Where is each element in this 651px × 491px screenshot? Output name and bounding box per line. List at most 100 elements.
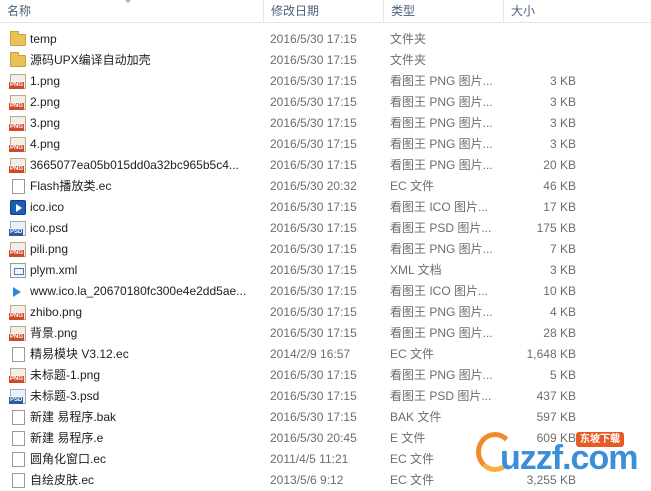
file-date: 2016/5/30 17:15 — [270, 95, 357, 109]
file-row[interactable]: 2.png 2016/5/30 17:15 看图王 PNG 图片... 3 KB — [0, 92, 651, 113]
file-row[interactable]: 3665077ea05b015dd0a32bc965b5c4... 2016/5… — [0, 155, 651, 176]
file-type: 看图王 PNG 图片... — [390, 116, 493, 130]
file-name: zhibo.png — [30, 305, 83, 319]
file-size: 3 KB — [549, 95, 576, 109]
file-type: 看图王 PNG 图片... — [390, 95, 493, 109]
file-date: 2016/5/30 17:15 — [270, 368, 357, 382]
file-name: 源码UPX编译自动加壳 — [30, 53, 151, 67]
file-date: 2014/2/9 16:57 — [270, 347, 351, 361]
file-date: 2016/5/30 17:15 — [270, 137, 357, 151]
column-header-type[interactable]: 类型 — [384, 0, 504, 22]
file-name: 未标题-3.psd — [30, 389, 100, 403]
file-row[interactable]: 3.png 2016/5/30 17:15 看图王 PNG 图片... 3 KB — [0, 113, 651, 134]
file-date: 2016/5/30 17:15 — [270, 221, 357, 235]
file-row[interactable]: Flash播放类.ec 2016/5/30 20:32 EC 文件 46 KB — [0, 176, 651, 197]
file-date: 2013/5/6 9:12 — [270, 473, 344, 487]
file-row[interactable]: temp 2016/5/30 17:15 文件夹 — [0, 29, 651, 50]
column-header-bar: 名称 修改日期 类型 大小 — [0, 0, 651, 23]
file-type: 看图王 PNG 图片... — [390, 326, 493, 340]
file-type: EC 文件 — [390, 179, 435, 193]
file-date: 2016/5/30 17:15 — [270, 53, 357, 67]
file-name: 新建 易程序.e — [30, 431, 104, 445]
file-date: 2016/5/30 20:45 — [270, 431, 357, 445]
file-size: 3 KB — [549, 74, 576, 88]
document-icon — [12, 179, 25, 194]
file-row[interactable]: zhibo.png 2016/5/30 17:15 看图王 PNG 图片... … — [0, 302, 651, 323]
file-size: 3 KB — [549, 116, 576, 130]
file-size: 4 KB — [549, 305, 576, 319]
file-name: 3.png — [30, 116, 61, 130]
file-row[interactable]: 4.png 2016/5/30 17:15 看图王 PNG 图片... 3 KB — [0, 134, 651, 155]
file-name: 未标题-1.png — [30, 368, 101, 382]
psd-file-icon — [9, 389, 26, 404]
png-file-icon — [9, 74, 26, 89]
file-row[interactable]: 精易模块 V3.12.ec 2014/2/9 16:57 EC 文件 1,648… — [0, 344, 651, 365]
file-type: 看图王 ICO 图片... — [390, 200, 489, 214]
file-date: 2016/5/30 17:15 — [270, 305, 357, 319]
file-row[interactable]: 未标题-3.psd 2016/5/30 17:15 看图王 PSD 图片... … — [0, 386, 651, 407]
file-size: 3 KB — [549, 137, 576, 151]
png-file-icon — [9, 137, 26, 152]
file-name: 圆角化窗口.ec — [30, 452, 107, 466]
file-size: 10 KB — [543, 284, 576, 298]
file-type: 看图王 ICO 图片... — [390, 284, 489, 298]
file-name: 1.png — [30, 74, 61, 88]
column-header-date[interactable]: 修改日期 — [264, 0, 384, 22]
png-file-icon — [9, 116, 26, 131]
file-row[interactable]: ico.ico 2016/5/30 17:15 看图王 ICO 图片... 17… — [0, 197, 651, 218]
file-type: 看图王 PSD 图片... — [390, 221, 492, 235]
file-size: 3 KB — [549, 263, 576, 277]
file-type: 看图王 PNG 图片... — [390, 158, 493, 172]
file-name: temp — [30, 32, 57, 46]
file-name: Flash播放类.ec — [30, 179, 112, 193]
file-date: 2016/5/30 17:15 — [270, 242, 357, 256]
file-size: 175 KB — [536, 221, 576, 235]
file-size: 28 KB — [543, 326, 576, 340]
file-name: 4.png — [30, 137, 61, 151]
png-file-icon — [9, 95, 26, 110]
file-size: 17 KB — [543, 200, 576, 214]
folder-icon — [10, 52, 26, 67]
file-row[interactable]: pili.png 2016/5/30 17:15 看图王 PNG 图片... 7… — [0, 239, 651, 260]
file-row[interactable]: www.ico.la_20670180fc300e4e2dd5ae... 201… — [0, 281, 651, 302]
file-type: 看图王 PNG 图片... — [390, 137, 493, 151]
file-date: 2016/5/30 17:15 — [270, 116, 357, 130]
file-date: 2011/4/5 11:21 — [270, 452, 349, 466]
file-type: 文件夹 — [390, 32, 427, 46]
file-row[interactable]: plym.xml 2016/5/30 17:15 XML 文档 3 KB — [0, 260, 651, 281]
document-icon — [12, 410, 25, 425]
folder-icon — [10, 31, 26, 46]
file-row[interactable]: ico.psd 2016/5/30 17:15 看图王 PSD 图片... 17… — [0, 218, 651, 239]
png-file-icon — [9, 368, 26, 383]
ico-file-icon — [10, 284, 26, 299]
file-type: 看图王 PNG 图片... — [390, 368, 493, 382]
file-row[interactable]: 1.png 2016/5/30 17:15 看图王 PNG 图片... 3 KB — [0, 71, 651, 92]
psd-file-icon — [9, 221, 26, 236]
file-name: pili.png — [30, 242, 69, 256]
file-date: 2016/5/30 17:15 — [270, 263, 357, 277]
watermark-text: uzzf.com — [500, 439, 638, 477]
document-icon — [12, 347, 25, 362]
document-icon — [12, 452, 25, 467]
column-header-name[interactable]: 名称 — [0, 0, 264, 22]
file-date: 2016/5/30 17:15 — [270, 32, 357, 46]
file-type: 看图王 PNG 图片... — [390, 242, 493, 256]
file-name: ico.ico — [30, 200, 65, 214]
file-date: 2016/5/30 17:15 — [270, 326, 357, 340]
file-row[interactable]: 背景.png 2016/5/30 17:15 看图王 PNG 图片... 28 … — [0, 323, 651, 344]
file-row[interactable]: 源码UPX编译自动加壳 2016/5/30 17:15 文件夹 — [0, 50, 651, 71]
ico-file-icon — [10, 200, 26, 215]
file-size: 20 KB — [543, 158, 576, 172]
file-row[interactable]: 未标题-1.png 2016/5/30 17:15 看图王 PNG 图片... … — [0, 365, 651, 386]
column-header-size[interactable]: 大小 — [504, 0, 584, 22]
file-size: 1,648 KB — [526, 347, 576, 361]
file-date: 2016/5/30 20:32 — [270, 179, 357, 193]
png-file-icon — [9, 242, 26, 257]
file-date: 2016/5/30 17:15 — [270, 410, 357, 424]
file-size: 7 KB — [549, 242, 576, 256]
file-type: XML 文档 — [390, 263, 442, 277]
file-date: 2016/5/30 17:15 — [270, 284, 357, 298]
file-name: 自绘皮肤.ec — [30, 473, 95, 487]
file-name: 背景.png — [30, 326, 78, 340]
file-type: 看图王 PNG 图片... — [390, 305, 493, 319]
